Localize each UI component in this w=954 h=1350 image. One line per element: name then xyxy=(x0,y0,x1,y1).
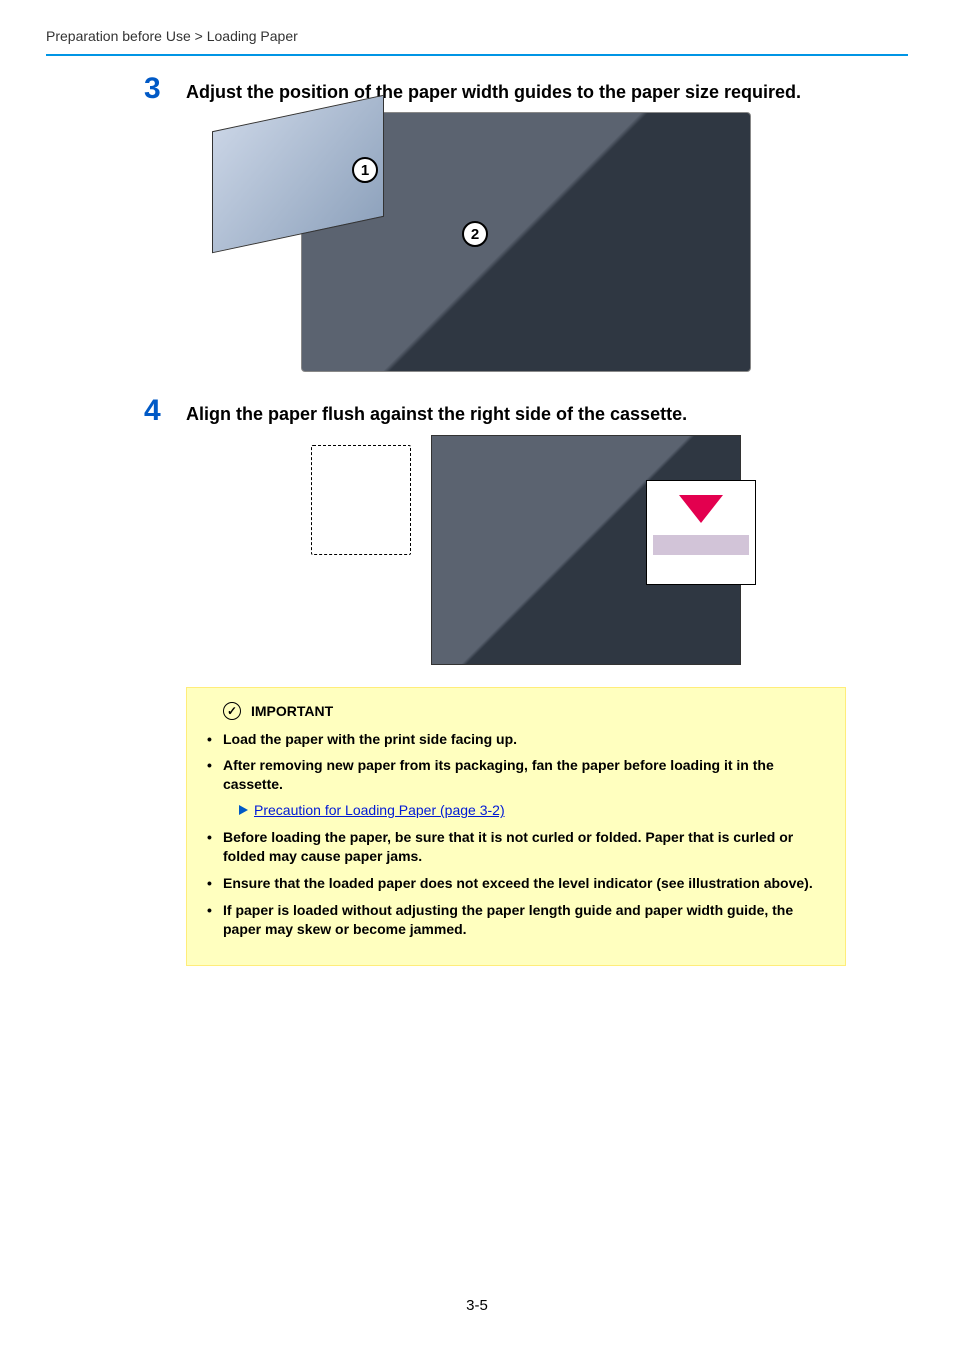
step-3: 3 Adjust the position of the paper width… xyxy=(186,80,866,372)
level-indicator-callout xyxy=(646,480,756,585)
link-arrow-icon xyxy=(239,805,248,815)
important-item: Load the paper with the print side facin… xyxy=(205,730,827,749)
important-item: After removing new paper from its packag… xyxy=(205,756,827,794)
important-item: Before loading the paper, be sure that i… xyxy=(205,828,827,866)
check-circle-icon xyxy=(223,702,241,720)
step-number-4: 4 xyxy=(144,394,161,428)
important-label: IMPORTANT xyxy=(251,703,333,719)
step-4-title: Align the paper flush against the right … xyxy=(186,402,866,426)
step-4: 4 Align the paper flush against the righ… xyxy=(186,402,866,664)
level-bar-icon xyxy=(653,535,749,555)
step-3-title: Adjust the position of the paper width g… xyxy=(186,80,866,104)
paper-symbol-icon xyxy=(311,445,411,555)
breadcrumb: Preparation before Use > Loading Paper xyxy=(46,28,908,44)
precaution-link[interactable]: Precaution for Loading Paper (page 3-2) xyxy=(254,802,505,818)
step-number-3: 3 xyxy=(144,72,161,106)
important-item: Ensure that the loaded paper does not ex… xyxy=(205,874,827,893)
header-divider xyxy=(46,54,908,56)
callout-1: 1 xyxy=(352,157,378,183)
down-arrow-icon xyxy=(679,495,723,523)
step-3-illustration: 1 2 xyxy=(301,112,751,372)
step-4-illustration xyxy=(311,435,741,665)
page-number: 3-5 xyxy=(0,1297,954,1314)
important-item: If paper is loaded without adjusting the… xyxy=(205,901,827,939)
callout-2: 2 xyxy=(462,221,488,247)
important-note-box: IMPORTANT Load the paper with the print … xyxy=(186,687,846,966)
